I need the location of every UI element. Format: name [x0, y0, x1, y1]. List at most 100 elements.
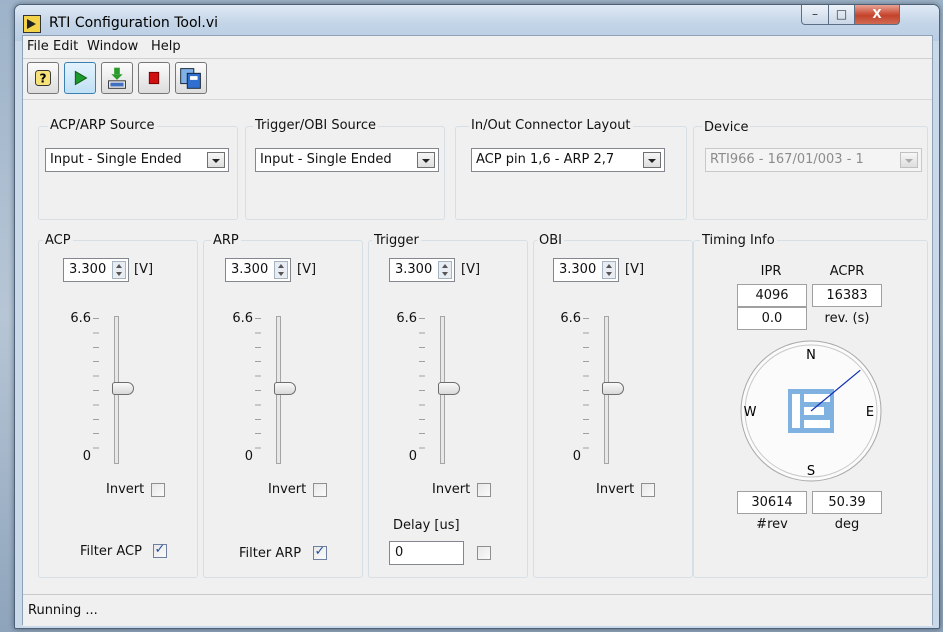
stop-button[interactable] [138, 62, 170, 94]
timing-info-label: Timing Info [700, 233, 777, 248]
run-button[interactable] [64, 62, 96, 94]
arp-scale-max: 6.6 [232, 311, 253, 326]
maximize-button[interactable]: □ [828, 5, 855, 25]
obi-voltage-input[interactable]: 3.300 [553, 258, 619, 282]
window-title: RTI Configuration Tool.vi [49, 15, 219, 31]
connector-layout-select[interactable]: ACP pin 1,6 - ARP 2,7 [471, 148, 665, 172]
arp-voltage-value: 3.300 [231, 262, 269, 277]
trigger-scale-min: 0 [408, 449, 417, 464]
connector-layout-group [455, 126, 687, 220]
spinner-arrows-icon[interactable] [112, 261, 126, 279]
arp-invert-checkbox[interactable] [313, 483, 327, 497]
arp-slider-ticks [255, 318, 261, 462]
menu-help[interactable]: Help [151, 39, 181, 54]
arp-filter-checkbox[interactable]: ✓ [313, 544, 327, 560]
trigger-slider-ticks [419, 318, 425, 462]
obi-scale-max: 6.6 [560, 311, 581, 326]
compass-east: E [866, 405, 874, 420]
run-icon [74, 70, 88, 86]
chevron-down-icon[interactable] [207, 152, 225, 168]
check-icon: ✓ [314, 544, 326, 559]
download-button[interactable] [101, 62, 133, 94]
close-button[interactable]: X [854, 5, 900, 25]
spinner-arrows-icon[interactable] [274, 261, 288, 279]
check-icon: ✓ [154, 542, 166, 557]
trigger-voltage-input[interactable]: 3.300 [389, 258, 455, 282]
compass-north: N [806, 348, 816, 363]
help-icon: ? [35, 70, 51, 86]
trigger-obi-source-value: Input - Single Ended [260, 152, 392, 167]
help-button[interactable]: ? [27, 62, 59, 94]
revolution-count-label: #rev [756, 517, 788, 532]
arp-invert-label: Invert [268, 482, 307, 497]
acp-scale-max: 6.6 [70, 311, 91, 326]
obi-group [533, 240, 693, 578]
trigger-delay-input[interactable]: 0 [389, 541, 464, 565]
spinner-arrows-icon[interactable] [602, 261, 616, 279]
revolution-time-label: rev. (s) [824, 311, 870, 326]
revolution-time-value: 0.0 [737, 307, 807, 330]
menu-edit[interactable]: Edit [53, 39, 78, 54]
acp-voltage-input[interactable]: 3.300 [63, 258, 129, 282]
trigger-scale-max: 6.6 [396, 311, 417, 326]
acp-arp-source-group [38, 126, 238, 220]
acp-invert-checkbox[interactable] [151, 483, 165, 497]
acp-scale-min: 0 [82, 449, 91, 464]
obi-label: OBI [537, 233, 564, 248]
toolbar-divider [23, 99, 932, 100]
trigger-voltage-value: 3.300 [395, 262, 433, 277]
menu-bar: File Edit Window Help [23, 36, 932, 58]
arp-group [203, 240, 363, 578]
arp-label: ARP [211, 233, 241, 248]
trigger-invert-label: Invert [432, 482, 471, 497]
device-label: Device [702, 120, 751, 135]
acp-arp-source-value: Input - Single Ended [50, 152, 182, 167]
acp-invert-label: Invert [106, 482, 145, 497]
spinner-arrows-icon[interactable] [438, 261, 452, 279]
device-select: RTI966 - 167/01/003 - 1 [705, 148, 922, 172]
copy-icon [180, 68, 201, 89]
obi-unit: [V] [625, 262, 645, 277]
acp-arp-source-select[interactable]: Input - Single Ended [45, 148, 229, 172]
arp-voltage-input[interactable]: 3.300 [225, 258, 291, 282]
trigger-obi-source-label: Trigger/OBI Source [253, 118, 378, 133]
acp-arp-source-label: ACP/ARP Source [48, 118, 157, 133]
obi-invert-label: Invert [596, 482, 635, 497]
acp-label: ACP [43, 233, 73, 248]
app-window: RTI Configuration Tool.vi – □ X File Edi… [14, 4, 940, 629]
acp-filter-checkbox[interactable]: ✓ [153, 542, 167, 558]
trigger-invert-checkbox[interactable] [477, 483, 491, 497]
device-value: RTI966 - 167/01/003 - 1 [710, 152, 864, 167]
ipr-value: 4096 [737, 284, 807, 307]
compass-south: S [807, 464, 815, 479]
ipr-label: IPR [760, 264, 782, 279]
trigger-delay-checkbox[interactable] [477, 546, 491, 560]
compass-dial: N E S W [740, 340, 882, 482]
trigger-label: Trigger [372, 233, 421, 248]
stop-icon [148, 71, 160, 85]
copy-button[interactable] [175, 62, 207, 94]
chevron-down-icon[interactable] [417, 152, 435, 168]
acp-slider-thumb[interactable] [112, 382, 134, 395]
obi-voltage-value: 3.300 [559, 262, 597, 277]
arp-slider-thumb[interactable] [274, 382, 296, 395]
arp-filter-label: Filter ARP [239, 546, 302, 561]
download-icon [108, 67, 126, 89]
status-bar: Running ... [23, 594, 932, 626]
menu-file[interactable]: File [27, 39, 49, 54]
chevron-down-icon[interactable] [643, 152, 661, 168]
status-text: Running ... [28, 603, 98, 618]
obi-invert-checkbox[interactable] [641, 483, 655, 497]
minimize-button[interactable]: – [801, 5, 829, 25]
menu-divider [23, 58, 932, 59]
arp-unit: [V] [297, 262, 317, 277]
trigger-obi-source-select[interactable]: Input - Single Ended [255, 148, 439, 172]
svg-text:?: ? [39, 72, 46, 86]
acpr-label: ACPR [829, 264, 865, 279]
obi-slider-thumb[interactable] [602, 382, 624, 395]
angle-value: 50.39 [812, 491, 882, 514]
menu-window[interactable]: Window [87, 39, 138, 54]
acpr-value: 16383 [812, 284, 882, 307]
connector-layout-label: In/Out Connector Layout [469, 118, 633, 133]
trigger-slider-thumb[interactable] [438, 382, 460, 395]
